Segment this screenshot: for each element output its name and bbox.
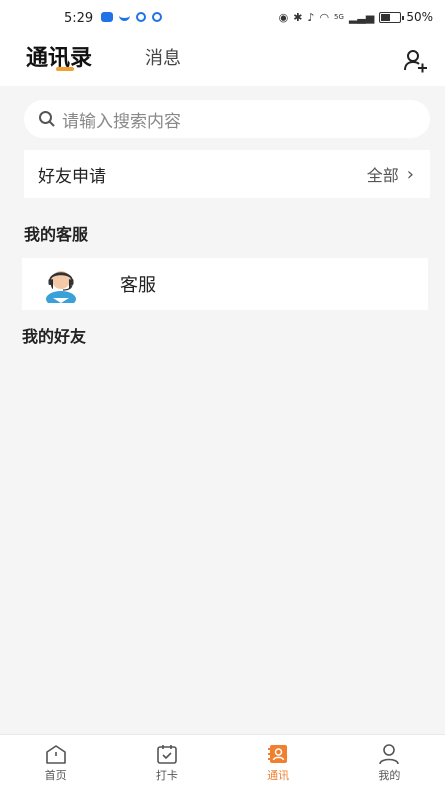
eye-icon: ◉: [278, 10, 289, 24]
nav-contacts-label: 通讯: [267, 769, 290, 782]
wifi-icon: ◠: [319, 10, 330, 24]
chevron-right-icon: ›: [406, 163, 414, 185]
nav-checkin-label: 打卡: [155, 769, 178, 782]
tab-active-indicator: [56, 67, 74, 71]
signal-icon: ▂▃▅: [348, 10, 375, 24]
home-icon: [45, 745, 66, 764]
status-bar: 5:29 ◉ ✱ ♪ ◠ 5G ▂▃▅ 50%: [0, 0, 445, 36]
status-app-icons: [101, 12, 162, 22]
search-placeholder: 请输入搜索内容: [62, 111, 181, 132]
add-friend-icon[interactable]: [403, 48, 429, 74]
service-contact-row[interactable]: 客服: [22, 258, 428, 310]
contacts-icon: [268, 745, 288, 763]
nav-checkin[interactable]: 打卡: [111, 735, 222, 792]
bottom-nav: 首页 打卡 通讯 我的: [0, 734, 445, 792]
app-notification-icon: [152, 12, 162, 22]
service-name: 客服: [120, 275, 156, 296]
profile-icon: [379, 744, 400, 765]
battery-icon: [379, 11, 405, 23]
mute-icon: ♪: [307, 10, 315, 24]
app-notification-icon: [119, 13, 130, 21]
calendar-check-icon: [157, 745, 177, 764]
tab-messages[interactable]: 消息: [145, 44, 181, 70]
bluetooth-icon: ✱: [293, 10, 303, 24]
friend-request-row[interactable]: 好友申请 全部 ›: [24, 150, 430, 198]
nav-home-label: 首页: [44, 769, 67, 782]
search-icon: [39, 111, 55, 127]
nav-profile[interactable]: 我的: [334, 735, 445, 792]
battery-percent: 50%: [406, 10, 433, 24]
friend-request-label: 好友申请: [38, 166, 106, 187]
network-type: 5G: [334, 13, 344, 21]
header: 通讯录 消息: [0, 36, 445, 86]
nav-home[interactable]: 首页: [0, 735, 111, 792]
nav-profile-label: 我的: [378, 769, 401, 782]
friend-request-all-label: 全部: [366, 166, 399, 185]
section-my-friends: 我的好友: [22, 327, 87, 346]
app-notification-icon: [136, 12, 146, 22]
app-notification-icon: [101, 12, 113, 22]
friend-request-all[interactable]: 全部 ›: [367, 162, 414, 186]
customer-service-avatar-icon: [46, 271, 76, 303]
nav-contacts[interactable]: 通讯: [223, 735, 334, 792]
section-my-service: 我的客服: [24, 225, 89, 244]
status-time: 5:29: [64, 11, 94, 26]
search-input[interactable]: 请输入搜索内容: [24, 100, 430, 138]
status-indicators: ◉ ✱ ♪ ◠ 5G ▂▃▅ 50%: [279, 10, 433, 24]
